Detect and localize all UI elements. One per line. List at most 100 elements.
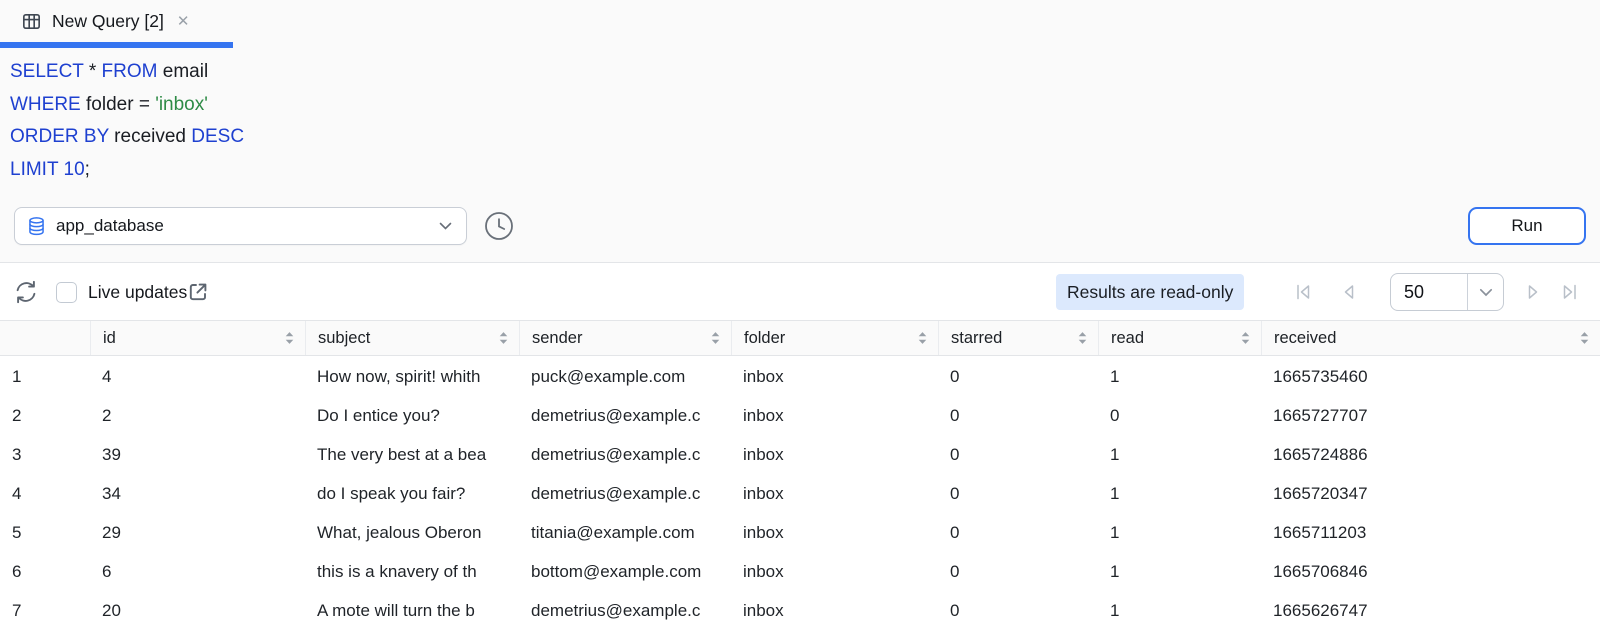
row-number[interactable]: 3	[0, 435, 90, 474]
cell-id[interactable]: 4	[90, 357, 305, 396]
cell-starred[interactable]: 0	[938, 552, 1098, 591]
sort-icon	[497, 331, 510, 346]
first-page-icon[interactable]	[1292, 281, 1314, 303]
cell-folder[interactable]: inbox	[731, 513, 938, 552]
chevron-down-icon	[439, 222, 452, 230]
database-selector[interactable]: app_database	[14, 207, 467, 245]
cell-id[interactable]: 39	[90, 435, 305, 474]
row-number[interactable]: 6	[0, 552, 90, 591]
query-history-button[interactable]	[484, 211, 514, 241]
cell-folder[interactable]: inbox	[731, 552, 938, 591]
next-page-icon[interactable]	[1522, 281, 1544, 303]
cell-sender[interactable]: bottom@example.com	[519, 552, 731, 591]
cell-sender[interactable]: demetrius@example.c	[519, 474, 731, 513]
row-number-header[interactable]	[0, 321, 90, 355]
cell-received[interactable]: 1665706846	[1261, 552, 1600, 591]
table-grid-icon	[20, 10, 43, 33]
last-page-icon[interactable]	[1559, 281, 1581, 303]
table-row: 339The very best at a beademetrius@examp…	[0, 435, 1600, 474]
cell-sender[interactable]: puck@example.com	[519, 357, 731, 396]
column-header-sender[interactable]: sender	[519, 321, 731, 355]
cell-read[interactable]: 1	[1098, 513, 1261, 552]
column-header-read[interactable]: read	[1098, 321, 1261, 355]
cell-starred[interactable]: 0	[938, 513, 1098, 552]
cell-received[interactable]: 1665724886	[1261, 435, 1600, 474]
column-label: id	[103, 329, 116, 348]
cell-starred[interactable]: 0	[938, 474, 1098, 513]
cell-starred[interactable]: 0	[938, 396, 1098, 435]
run-query-button[interactable]: Run	[1468, 207, 1586, 245]
cell-subject[interactable]: How now, spirit! whith	[305, 357, 519, 396]
previous-page-icon[interactable]	[1338, 281, 1360, 303]
table-row: 529What, jealous Oberontitania@example.c…	[0, 513, 1600, 552]
cell-subject[interactable]: do I speak you fair?	[305, 474, 519, 513]
cell-starred[interactable]: 0	[938, 357, 1098, 396]
cell-folder[interactable]: inbox	[731, 357, 938, 396]
cell-starred[interactable]: 0	[938, 591, 1098, 630]
cell-subject[interactable]: What, jealous Oberon	[305, 513, 519, 552]
column-header-subject[interactable]: subject	[305, 321, 519, 355]
cell-read[interactable]: 1	[1098, 591, 1261, 630]
cell-folder[interactable]: inbox	[731, 396, 938, 435]
cell-starred[interactable]: 0	[938, 435, 1098, 474]
row-number[interactable]: 7	[0, 591, 90, 630]
live-updates-checkbox[interactable]	[56, 282, 77, 303]
cell-subject[interactable]: this is a knavery of th	[305, 552, 519, 591]
cell-read[interactable]: 1	[1098, 552, 1261, 591]
sort-icon	[1076, 331, 1089, 346]
cell-subject[interactable]: The very best at a bea	[305, 435, 519, 474]
cell-sender[interactable]: demetrius@example.c	[519, 396, 731, 435]
cell-id[interactable]: 6	[90, 552, 305, 591]
sql-line: SELECT * FROM email	[10, 56, 1110, 89]
sort-icon	[916, 331, 929, 346]
cell-folder[interactable]: inbox	[731, 435, 938, 474]
column-header-folder[interactable]: folder	[731, 321, 938, 355]
table-row: 720A mote will turn the bdemetrius@examp…	[0, 591, 1600, 630]
tab-bar: New Query [2] ✕	[0, 0, 1600, 48]
cell-received[interactable]: 1665711203	[1261, 513, 1600, 552]
close-icon[interactable]: ✕	[177, 14, 190, 29]
cell-id[interactable]: 29	[90, 513, 305, 552]
cell-folder[interactable]: inbox	[731, 474, 938, 513]
cell-sender[interactable]: demetrius@example.c	[519, 435, 731, 474]
cell-received[interactable]: 1665626747	[1261, 591, 1600, 630]
sql-editor[interactable]: SELECT * FROM emailWHERE folder = 'inbox…	[10, 56, 1110, 186]
selected-database-name: app_database	[56, 216, 439, 236]
row-number[interactable]: 4	[0, 474, 90, 513]
open-in-new-window-icon[interactable]	[186, 280, 210, 304]
cell-sender[interactable]: demetrius@example.c	[519, 591, 731, 630]
table-row: 14How now, spirit! whithpuck@example.com…	[0, 357, 1600, 396]
tab-new-query[interactable]: New Query [2] ✕	[0, 0, 233, 48]
cell-received[interactable]: 1665720347	[1261, 474, 1600, 513]
live-updates-toggle[interactable]: Live updates	[56, 263, 187, 321]
table-row: 22Do I entice you?demetrius@example.cinb…	[0, 396, 1600, 435]
live-updates-label: Live updates	[88, 282, 187, 303]
page-size-selector[interactable]: 50	[1390, 273, 1504, 311]
cell-received[interactable]: 1665735460	[1261, 357, 1600, 396]
column-header-id[interactable]: id	[90, 321, 305, 355]
cell-sender[interactable]: titania@example.com	[519, 513, 731, 552]
tab-title: New Query [2]	[52, 11, 164, 32]
row-number[interactable]: 2	[0, 396, 90, 435]
cell-id[interactable]: 20	[90, 591, 305, 630]
query-bar: app_database Run	[0, 207, 1600, 245]
row-number[interactable]: 1	[0, 357, 90, 396]
cell-id[interactable]: 2	[90, 396, 305, 435]
cell-read[interactable]: 0	[1098, 396, 1261, 435]
refresh-icon[interactable]	[13, 279, 39, 305]
readonly-status-badge: Results are read-only	[1056, 274, 1244, 310]
cell-folder[interactable]: inbox	[731, 591, 938, 630]
chevron-down-icon[interactable]	[1467, 274, 1503, 310]
column-header-received[interactable]: received	[1261, 321, 1600, 355]
column-label: read	[1111, 329, 1144, 348]
sort-icon	[709, 331, 722, 346]
cell-received[interactable]: 1665727707	[1261, 396, 1600, 435]
cell-read[interactable]: 1	[1098, 474, 1261, 513]
cell-subject[interactable]: A mote will turn the b	[305, 591, 519, 630]
cell-subject[interactable]: Do I entice you?	[305, 396, 519, 435]
column-header-starred[interactable]: starred	[938, 321, 1098, 355]
row-number[interactable]: 5	[0, 513, 90, 552]
cell-id[interactable]: 34	[90, 474, 305, 513]
cell-read[interactable]: 1	[1098, 357, 1261, 396]
cell-read[interactable]: 1	[1098, 435, 1261, 474]
